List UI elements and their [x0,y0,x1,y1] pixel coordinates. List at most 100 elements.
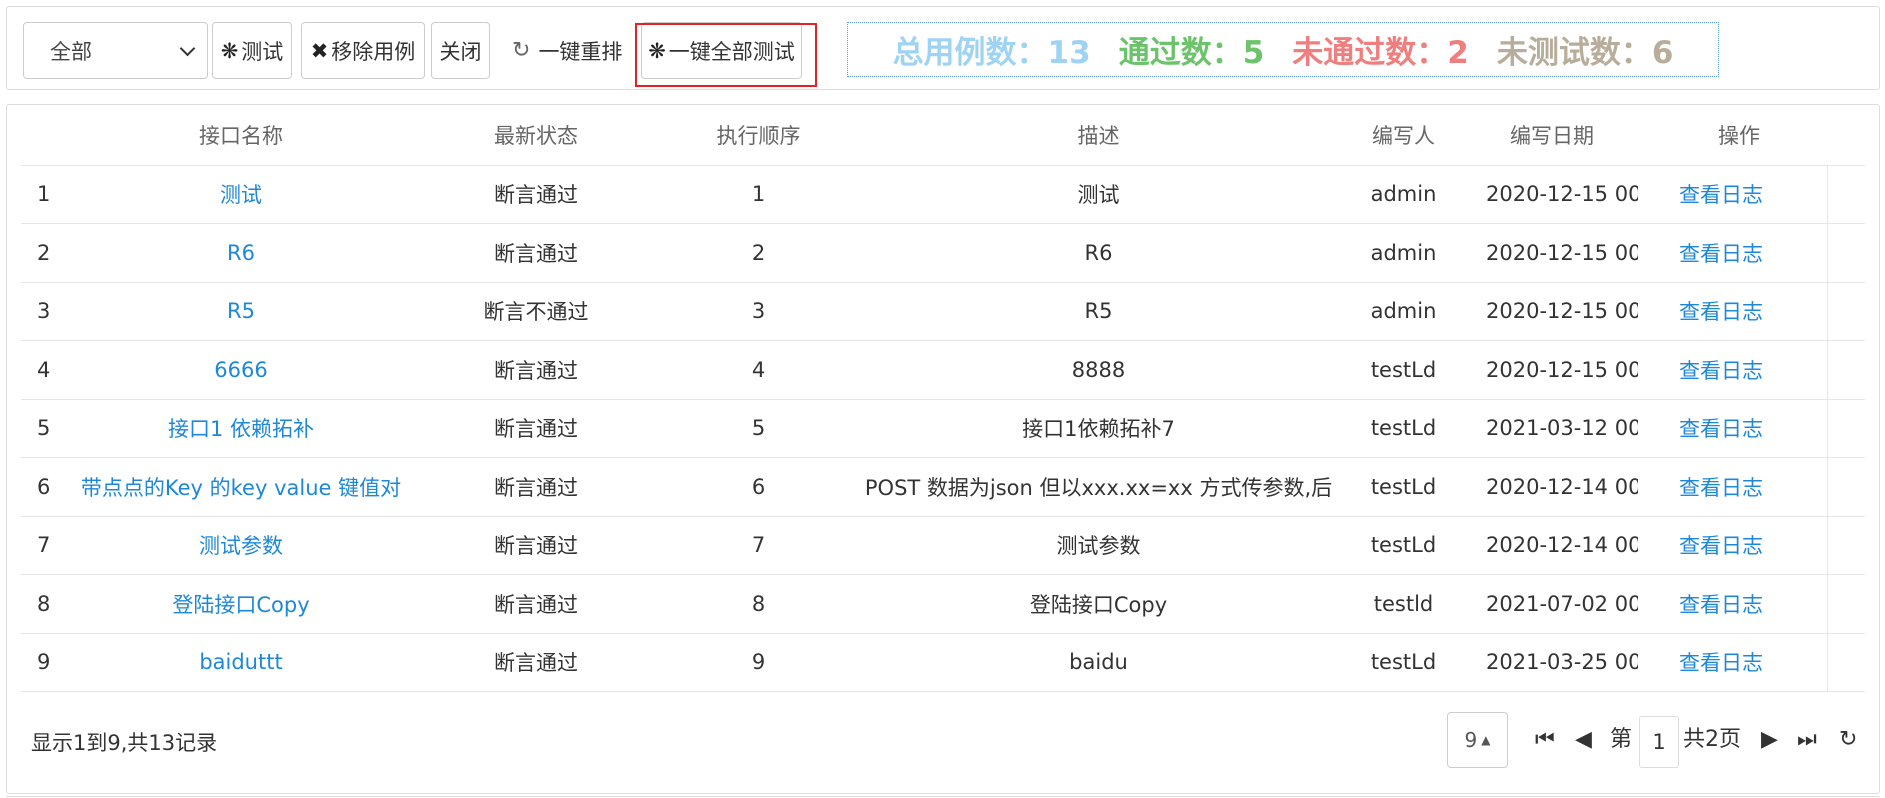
close-button[interactable]: 关闭 [431,22,490,79]
cell-date-cell: 2020-12-15 00:00 [1466,223,1638,283]
view-log-link[interactable]: 查看日志 [1679,534,1763,558]
table-row: 9 baiduttt 断言通过 9 baidu testLd 2021-03-25 00:0… [21,633,1865,692]
cell-name-link[interactable]: R5 [227,299,255,323]
cell-index-cell: 7 [21,516,71,575]
table-row: 2 R6 断言通过 2 R6 admin 2020-12-15 00:00 查看日志 [21,223,1865,283]
filter-select[interactable]: 全部 [23,22,208,79]
cell-author-cell: testLd [1341,340,1466,400]
view-log-link[interactable]: 查看日志 [1679,300,1763,324]
cell-author: testLd [1370,416,1437,441]
cell-status-cell: 断言通过 [411,165,661,224]
bottom-rule [6,796,1880,797]
cell-order: 1 [751,182,766,207]
column-header-author[interactable]: 编写人 [1341,105,1466,166]
cell-name-link[interactable]: 接口1 依赖拓补 [168,417,314,441]
cell-description: R5 [1084,299,1113,324]
cell-name-cell: R6 [71,223,411,283]
cell-author-cell: testLd [1341,399,1466,458]
resort-button-label: 一键重排 [538,39,623,64]
cell-author: testLd [1370,474,1437,499]
cell-name-cell: baiduttt [71,633,411,692]
cell-index-cell: 2 [21,223,71,283]
page-number-input[interactable]: 1 [1639,716,1679,768]
cell-order: 6 [751,474,766,499]
cell-name-cell: R5 [71,282,411,341]
cell-order-cell: 3 [661,282,856,341]
cell-status: 断言通过 [494,183,578,208]
cell-name-link[interactable]: 6666 [214,358,267,382]
column-header-description[interactable]: 描述 [856,105,1341,166]
cell-status: 断言通过 [494,417,578,442]
test-button-label: 测试 [241,39,284,64]
cell-name-link[interactable]: 测试 [220,183,262,207]
cell-name-link[interactable]: R6 [227,241,255,265]
cell-status: 断言通过 [494,534,578,559]
cell-index: 1 [37,182,51,207]
page-prefix: 第 [1610,727,1633,752]
cell-status-cell: 断言通过 [411,516,661,575]
cell-status: 断言通过 [494,651,578,676]
cell-date: 2020-12-15 00:00 [1486,240,1638,265]
cell-date-cell: 2021-03-25 00:00 [1466,633,1638,692]
cell-order: 3 [751,299,766,324]
case-table: 接口名称 最新状态 执行顺序 描述 编写人 编写日期 操作 1 测试 断言通过 1 测试… [21,105,1865,692]
view-log-cell: 查看日志 [1638,399,1865,458]
cell-date-cell: 2021-03-12 00:00 [1466,399,1638,458]
cell-name-cell: 登陆接口Copy [71,574,411,634]
resort-button[interactable]: ↻ 一键重排 [499,22,624,79]
cell-order-cell: 5 [661,399,856,458]
cell-name-link[interactable]: 测试参数 [199,534,283,558]
view-log-cell: 查看日志 [1638,165,1865,224]
cell-author-cell: admin [1341,165,1466,224]
cell-index-cell: 9 [21,633,71,692]
view-log-link[interactable]: 查看日志 [1679,593,1763,617]
remove-case-button[interactable]: ✖ 移除用例 [301,22,425,79]
page-size-value: 9 [1464,728,1478,752]
cell-description: 测试参数 [1056,534,1141,559]
cell-date-cell: 2020-12-15 00:00 [1466,165,1638,224]
cell-index: 5 [37,416,51,441]
column-header-status[interactable]: 最新状态 [411,105,661,166]
cell-description-cell: 8888 [856,340,1341,400]
cell-status-cell: 断言通过 [411,633,661,692]
view-log-link[interactable]: 查看日志 [1679,417,1763,441]
cell-date-cell: 2020-12-14 00:00 [1466,516,1638,575]
cell-name-cell: 接口1 依赖拓补 [71,399,411,458]
cell-date: 2021-03-25 00:00 [1486,650,1638,675]
remove-case-label: 移除用例 [331,39,416,64]
cell-name-link[interactable]: 登陆接口Copy [172,593,309,617]
cell-index: 8 [37,591,51,616]
test-button[interactable]: ❋ 测试 [212,22,292,79]
column-header-name[interactable]: 接口名称 [71,105,411,166]
view-log-link[interactable]: 查看日志 [1679,359,1763,383]
view-log-link[interactable]: 查看日志 [1679,242,1763,266]
cell-status-cell: 断言不通过 [411,282,661,341]
view-log-link[interactable]: 查看日志 [1679,651,1763,675]
cell-name-link[interactable]: baiduttt [199,650,282,674]
refresh-icon[interactable]: ↻ [1839,722,1857,758]
cell-status-cell: 断言通过 [411,399,661,458]
cell-date: 2020-12-14 00:00 [1486,533,1638,558]
view-log-link[interactable]: 查看日志 [1679,476,1763,500]
column-header-date[interactable]: 编写日期 [1466,105,1638,166]
first-page-icon[interactable]: ⏮ [1535,722,1555,758]
filter-select-value: 全部 [50,39,92,64]
cell-status: 断言通过 [494,358,578,383]
toolbar: 全部 ❋ 测试 ✖ 移除用例 关闭 ↻ 一键重排 ❋ 一键全部测试 总用例数：1… [6,6,1880,90]
page-total: 共2页 [1683,727,1741,752]
cell-date: 2021-03-12 00:00 [1486,416,1638,441]
cell-date-cell: 2020-12-15 00:00 [1466,340,1638,400]
cell-author-cell: admin [1341,223,1466,283]
cell-index: 9 [37,650,51,675]
column-header-order[interactable]: 执行顺序 [661,105,856,166]
cell-description: baidu [1069,650,1128,675]
view-log-cell: 查看日志 [1638,574,1865,634]
cell-name-link[interactable]: 带点点的Key 的key value 键值对 [81,476,401,500]
close-button-label: 关闭 [439,39,482,64]
page-size-select[interactable]: 9 ▲ [1447,712,1508,768]
prev-page-icon[interactable]: ◀ [1575,722,1592,758]
column-header-index [21,105,71,166]
last-page-icon[interactable]: ⏭ [1797,722,1817,758]
next-page-icon[interactable]: ▶ [1761,722,1778,758]
view-log-link[interactable]: 查看日志 [1679,183,1763,207]
